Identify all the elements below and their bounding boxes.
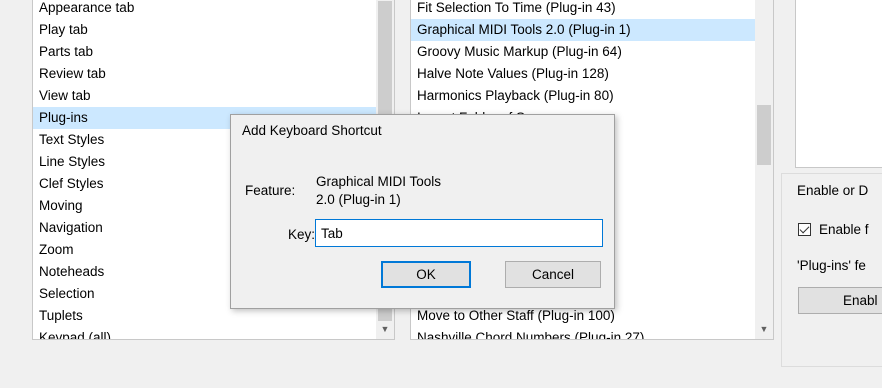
add-keyboard-shortcut-dialog: Add Keyboard Shortcut Feature: Graphical… xyxy=(230,114,615,309)
key-input[interactable] xyxy=(315,219,603,247)
feature-value-line2: 2.0 (Plug-in 1) xyxy=(316,192,401,207)
chevron-down-icon[interactable]: ▼ xyxy=(755,320,773,338)
category-list-item[interactable]: Play tab xyxy=(33,19,376,41)
ok-button[interactable]: OK xyxy=(381,261,471,288)
feature-list-scroll-thumb[interactable] xyxy=(757,105,771,165)
feature-list-scrollbar[interactable]: ▼ xyxy=(755,0,773,339)
feature-list-item[interactable]: Groovy Music Markup (Plug-in 64) xyxy=(411,41,755,63)
category-list-item[interactable]: View tab xyxy=(33,85,376,107)
feature-list-item[interactable]: Harmonics Playback (Plug-in 80) xyxy=(411,85,755,107)
chevron-down-icon[interactable]: ▼ xyxy=(376,320,394,338)
enable-button[interactable]: Enabl xyxy=(798,287,882,314)
category-list-item[interactable]: Parts tab xyxy=(33,41,376,63)
dialog-title: Add Keyboard Shortcut xyxy=(242,123,382,138)
shortcut-keys-list[interactable] xyxy=(795,0,882,168)
category-list-item[interactable]: Review tab xyxy=(33,63,376,85)
key-label: Key: xyxy=(288,227,316,242)
feature-label: Feature: xyxy=(245,183,296,198)
feature-value: Graphical MIDI Tools 2.0 (Plug-in 1) xyxy=(316,173,476,209)
category-list-item[interactable]: Keypad (all) xyxy=(33,327,376,339)
cancel-button[interactable]: Cancel xyxy=(505,261,601,288)
feature-list-item[interactable]: Graphical MIDI Tools 2.0 (Plug-in 1) xyxy=(411,19,755,41)
enable-group-label: Enable or D xyxy=(795,183,871,198)
plugins-note-text: 'Plug-ins' fe xyxy=(797,258,866,273)
feature-value-line1: Graphical MIDI Tools xyxy=(316,174,442,189)
check-icon[interactable] xyxy=(798,223,811,236)
enable-checkbox-label: Enable f xyxy=(819,222,869,237)
enable-checkbox-row[interactable]: Enable f xyxy=(798,222,869,237)
feature-list-item[interactable]: Nashville Chord Numbers (Plug-in 27) xyxy=(411,327,755,339)
category-list-item[interactable]: Appearance tab xyxy=(33,0,376,19)
feature-list-item[interactable]: Halve Note Values (Plug-in 128) xyxy=(411,63,755,85)
feature-list-item[interactable]: Fit Selection To Time (Plug-in 43) xyxy=(411,0,755,19)
